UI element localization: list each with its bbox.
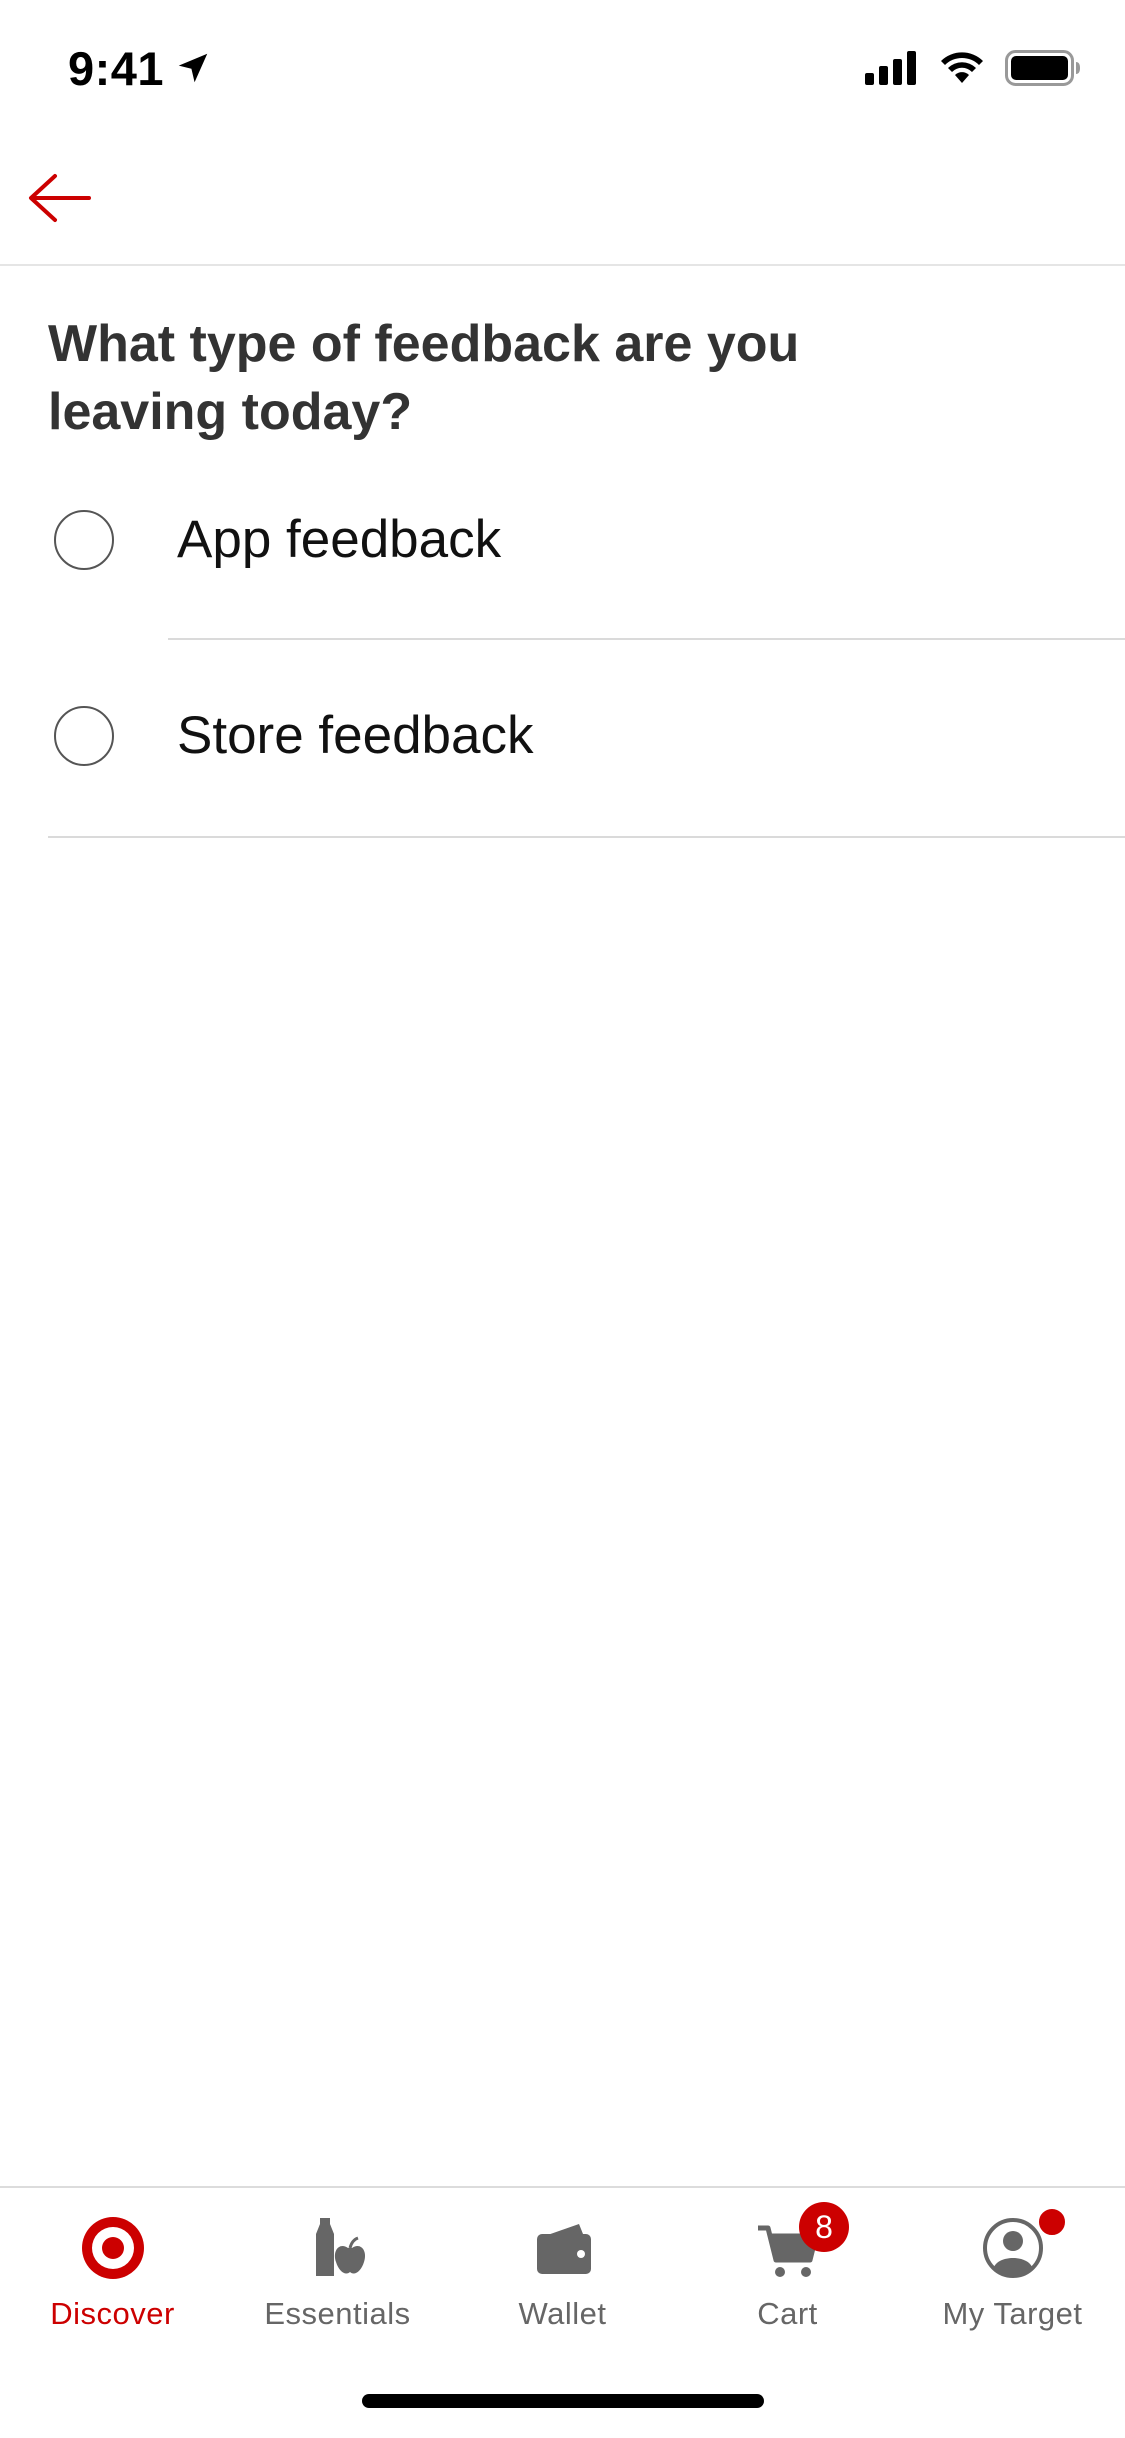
radio-button[interactable] [54,510,114,570]
battery-icon [1005,50,1080,86]
status-bar: 9:41 [0,0,1125,132]
tab-essentials[interactable]: Essentials [225,2188,450,2368]
nav-header [0,132,1125,266]
tab-cart[interactable]: 8 Cart [675,2188,900,2368]
home-indicator[interactable] [362,2394,764,2408]
tab-label: Cart [757,2296,818,2331]
option-app-feedback[interactable]: App feedback [0,444,1125,640]
divider [48,836,1125,838]
tab-discover[interactable]: Discover [0,2188,225,2368]
option-label: App feedback [177,510,502,569]
wallet-icon [536,2224,591,2274]
tab-my-target[interactable]: My Target [900,2188,1125,2368]
tab-label: Essentials [264,2296,411,2331]
back-button[interactable] [24,168,94,228]
cart-count-badge: 8 [799,2202,849,2252]
status-indicators [865,44,1081,92]
location-arrow-icon [178,53,208,83]
wifi-icon [941,52,983,83]
tab-label: Wallet [518,2296,607,2331]
cellular-signal-icon [865,51,916,85]
option-store-feedback[interactable]: Store feedback [0,640,1125,836]
arrow-left-icon [29,174,91,222]
tab-label: My Target [942,2296,1083,2331]
tab-label: Discover [50,2296,175,2331]
status-time-group: 9:41 [68,36,212,100]
notification-dot [1036,2206,1068,2238]
radio-button[interactable] [54,706,114,766]
status-time: 9:41 [68,41,165,95]
grocery-icon [315,2218,365,2276]
target-bullseye-icon [81,2217,144,2279]
page-title: What type of feedback are you leaving to… [48,315,800,441]
option-label: Store feedback [177,706,534,765]
tab-wallet[interactable]: Wallet [450,2188,675,2368]
